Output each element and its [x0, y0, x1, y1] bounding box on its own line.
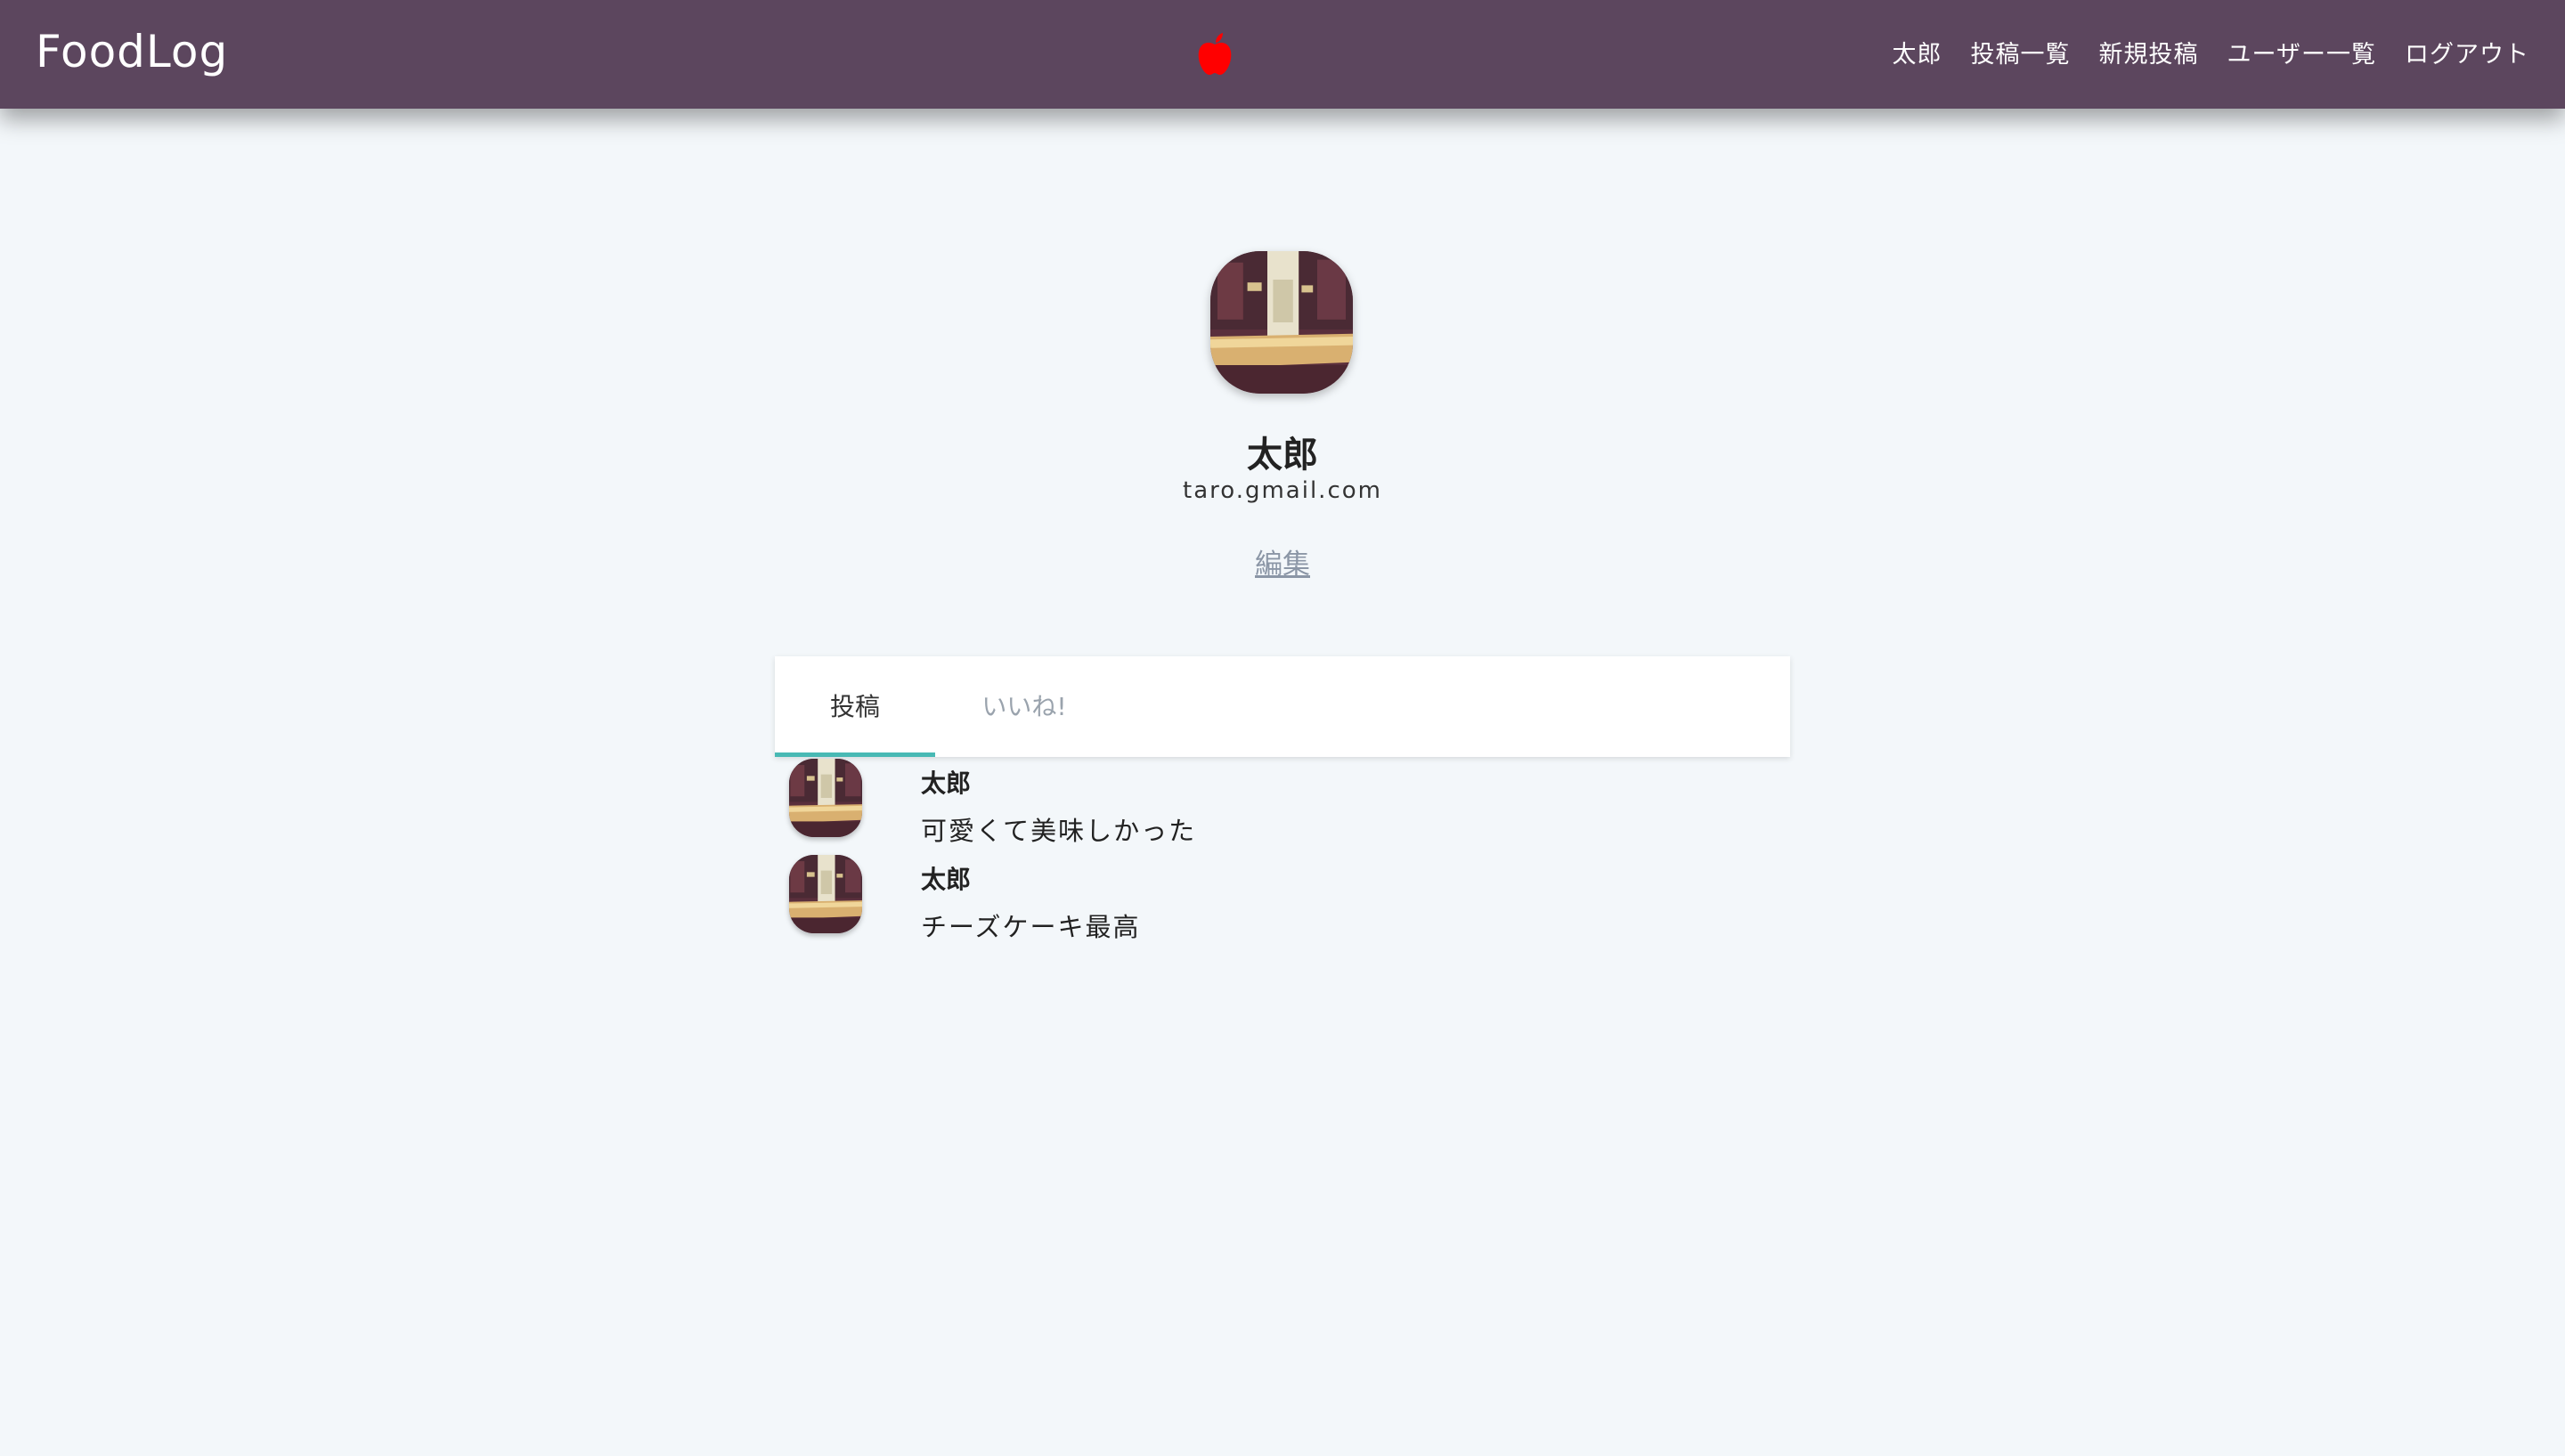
post-avatar[interactable]	[789, 759, 862, 837]
post-author[interactable]: 太郎	[921, 860, 971, 896]
tab-posts[interactable]: 投稿	[775, 656, 935, 757]
navbar: FoodLog 太郎 投稿一覧 新規投稿 ユーザー一覧 ログアウト	[0, 0, 2565, 109]
profile-email: taro.gmail.com	[1183, 477, 1382, 504]
nav-link-user[interactable]: 太郎	[1893, 35, 1942, 69]
nav-link-posts[interactable]: 投稿一覧	[1971, 35, 2071, 69]
nav-link-logout[interactable]: ログアウト	[2405, 35, 2529, 69]
nav-link-new-post[interactable]: 新規投稿	[2099, 35, 2199, 69]
post-body: チーズケーキ最高	[921, 912, 1141, 942]
profile-name: 太郎	[1247, 435, 1318, 476]
post-avatar[interactable]	[789, 855, 862, 933]
post-item[interactable]: 太郎 チーズケーキ最高	[789, 855, 1769, 944]
post-author[interactable]: 太郎	[921, 764, 971, 800]
tab-likes[interactable]: いいね!	[935, 656, 1113, 757]
nav-link-users[interactable]: ユーザー一覧	[2227, 35, 2376, 69]
post-item[interactable]: 太郎 可愛くて美味しかった	[789, 759, 1769, 848]
apple-icon[interactable]	[1193, 32, 1236, 77]
edit-profile-link[interactable]: 編集	[0, 541, 2565, 582]
post-body: 可愛くて美味しかった	[921, 816, 1197, 846]
tabs-card: 投稿 いいね!	[775, 656, 1790, 757]
profile-avatar	[1210, 251, 1353, 394]
nav-links: 太郎 投稿一覧 新規投稿 ユーザー一覧 ログアウト	[1864, 0, 2529, 103]
app-title[interactable]: FoodLog	[36, 0, 228, 109]
active-tab-indicator	[775, 752, 935, 757]
